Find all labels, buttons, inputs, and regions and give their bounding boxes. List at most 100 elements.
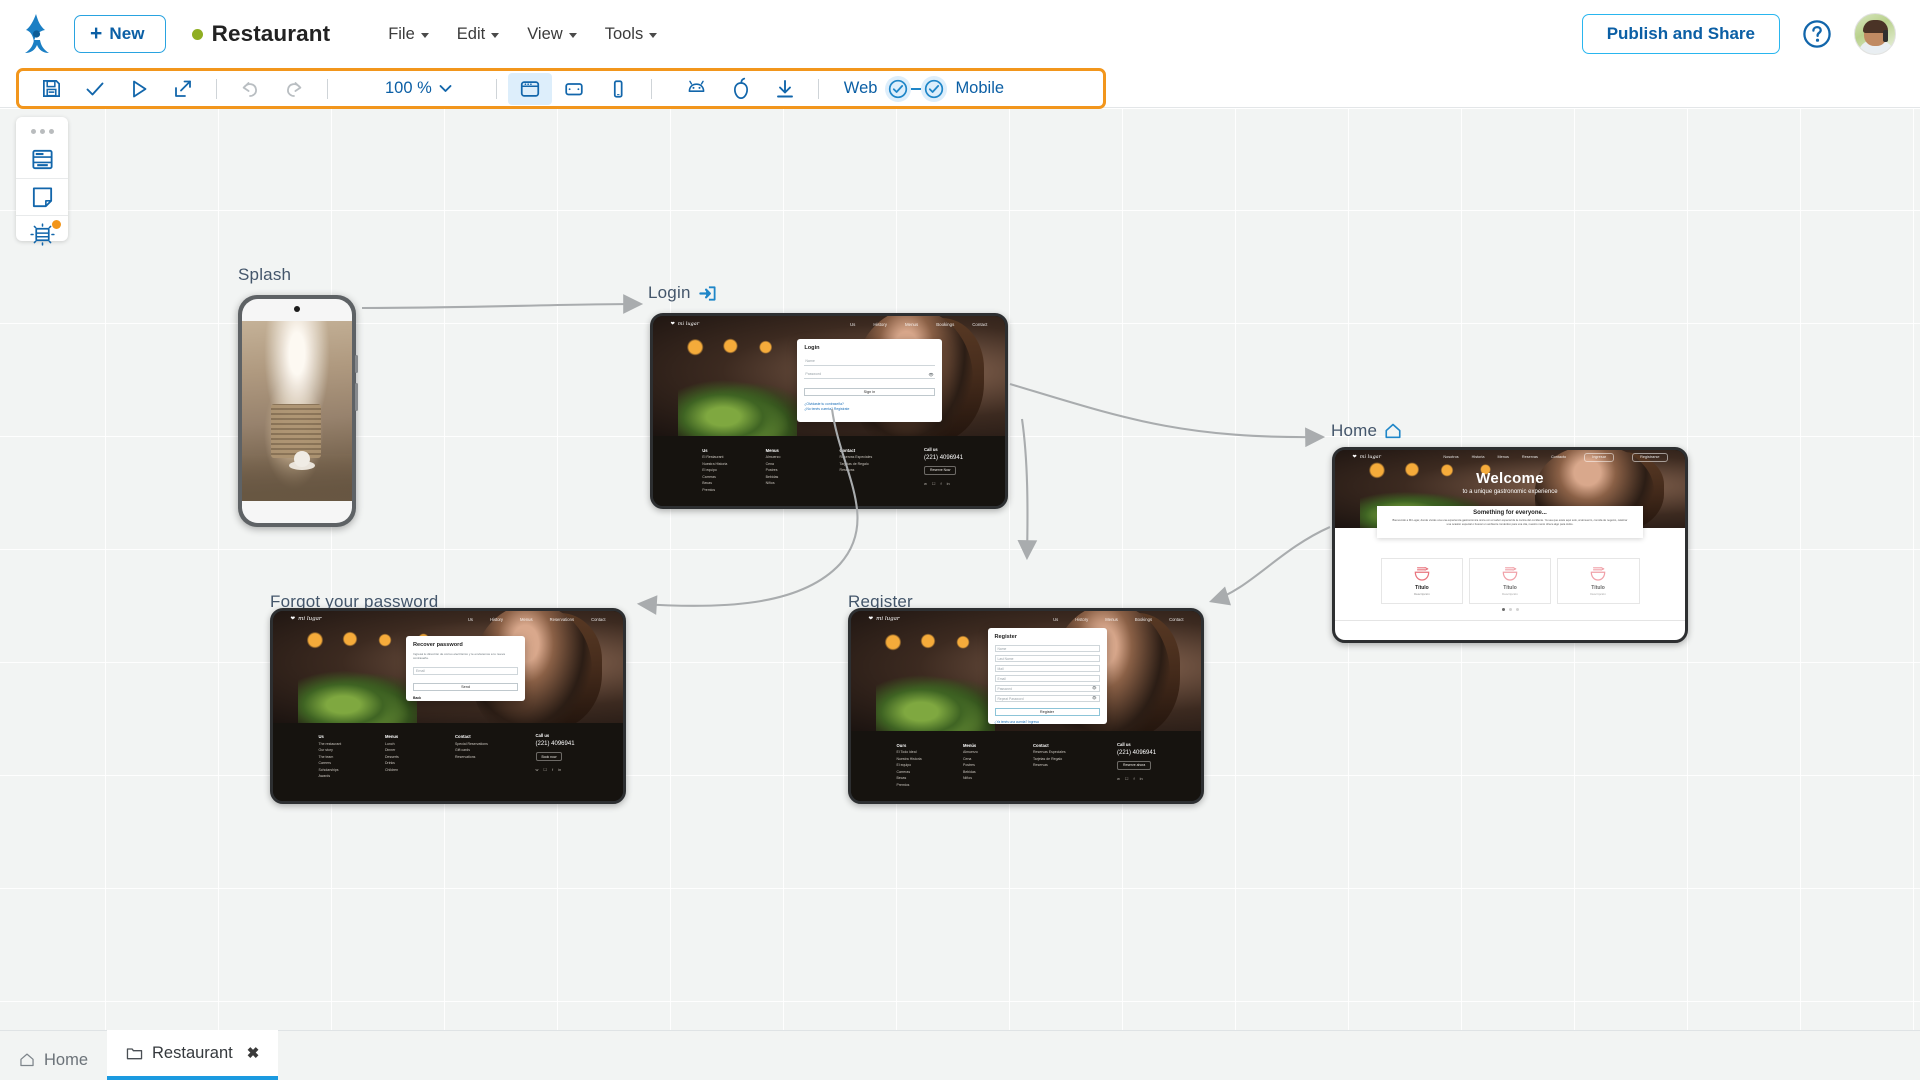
zoom-level-control[interactable]: 100 % [375, 75, 462, 102]
recover-email-field[interactable]: Email [413, 666, 518, 675]
close-x-icon[interactable]: ✖ [247, 1044, 260, 1062]
twitter-icon[interactable]: w [536, 767, 539, 772]
menu-file[interactable]: File [374, 19, 443, 50]
footer-col-item[interactable]: Reservations [455, 754, 488, 760]
footer-col-item[interactable]: Almuerzo [963, 749, 978, 755]
instagram-icon[interactable]: ☐ [1125, 776, 1129, 781]
footer-col-item[interactable]: Children [385, 767, 399, 773]
nav-link[interactable]: History [873, 322, 887, 327]
brand-logo[interactable]: ❤ mi lugar [1353, 454, 1382, 460]
download-button[interactable] [763, 73, 807, 105]
facebook-icon[interactable]: f [552, 767, 553, 772]
brand-logo[interactable]: ❤ mi lugar [671, 321, 700, 327]
nav-link[interactable]: Contact [591, 617, 605, 622]
nav-link[interactable]: Reservas [1522, 455, 1538, 459]
footer-col-item[interactable]: Awards [319, 773, 342, 779]
nav-link[interactable]: Us [468, 617, 473, 622]
twitter-icon[interactable]: w [924, 481, 927, 486]
redo-button[interactable] [272, 73, 316, 105]
mobile-view-button[interactable] [596, 73, 640, 105]
new-button[interactable]: + New [74, 15, 166, 53]
screen-node-home[interactable]: ❤ mi lugar Nosotros Historia Menus Reser… [1332, 447, 1688, 643]
nav-link[interactable]: Bookings [1135, 617, 1152, 622]
eye-icon[interactable]: 👁 [929, 372, 934, 377]
nav-link[interactable]: Bookings [936, 322, 954, 327]
linkedin-icon[interactable]: in [558, 767, 561, 772]
footer-col-item[interactable]: Premios [702, 487, 727, 493]
nav-link[interactable]: History [490, 617, 503, 622]
forgot-password-link[interactable]: ¿Olvidaste tu contraseña? [804, 402, 934, 406]
footer-col-item[interactable]: Almuerzo [766, 454, 781, 460]
feature-card[interactable]: Título Descripción [1556, 558, 1640, 604]
prototype-canvas[interactable]: Splash Login ❤ mi lugar Us History Menus… [0, 109, 1920, 1030]
nav-link[interactable]: History [1075, 617, 1088, 622]
footer-col-item[interactable]: Niños [766, 480, 781, 486]
pages-panel-button[interactable] [16, 178, 68, 215]
recover-submit-button[interactable]: Send [413, 682, 518, 691]
footer-col-item[interactable]: Reservas Especiales [840, 454, 873, 460]
nav-register-button[interactable]: Registrarse [1632, 452, 1668, 462]
prototype-panel-button[interactable] [16, 215, 68, 252]
login-submit-button[interactable]: Sign in [804, 387, 935, 396]
undo-button[interactable] [228, 73, 272, 105]
nav-link[interactable]: Menus [1497, 455, 1508, 459]
run-button[interactable] [117, 73, 161, 105]
brand-logo[interactable]: ❤ mi lugar [869, 616, 900, 622]
footer-reserve-button[interactable]: Reserve ahora [1117, 760, 1152, 770]
recover-back-link[interactable]: Back [413, 696, 518, 700]
nav-link[interactable]: Contact [1169, 617, 1183, 622]
feature-card[interactable]: Título Descripción [1380, 558, 1464, 604]
brand-logo[interactable]: ❤ mi lugar [291, 616, 322, 622]
save-button[interactable] [29, 73, 73, 105]
apple-button[interactable] [719, 73, 763, 105]
nav-link[interactable]: Us [1053, 617, 1058, 622]
register-name-field[interactable]: Name [994, 644, 1100, 652]
nav-login-button[interactable]: Ingresar [1584, 452, 1615, 462]
nav-link[interactable]: Menus [1105, 617, 1118, 622]
nav-link[interactable]: Nosotros [1443, 455, 1458, 459]
linkedin-icon[interactable]: in [947, 481, 950, 486]
carousel-dot[interactable] [1508, 608, 1512, 611]
bottom-tab-restaurant[interactable]: Restaurant ✖ [107, 1030, 279, 1080]
desktop-view-button[interactable] [507, 72, 552, 105]
nav-link[interactable]: Menus [520, 617, 533, 622]
footer-col-item[interactable]: Reservas [1033, 762, 1066, 768]
linkedin-icon[interactable]: in [1140, 776, 1143, 781]
menu-edit[interactable]: Edit [443, 19, 513, 50]
question-mark-help-icon[interactable] [1802, 19, 1832, 49]
genexus-logo-icon[interactable] [0, 0, 74, 68]
carousel-dot[interactable] [1515, 608, 1519, 611]
nav-link[interactable]: Us [850, 322, 855, 327]
eye-icon[interactable]: 👁 [1092, 696, 1097, 700]
instagram-icon[interactable]: ☐ [543, 767, 547, 772]
register-lastname-field[interactable]: Last Name [994, 654, 1100, 662]
screen-node-login[interactable]: ❤ mi lugar Us History Menus Bookings Con… [650, 313, 1008, 509]
nav-link[interactable]: Contacto [1551, 455, 1566, 459]
footer-col-item[interactable]: Premios [897, 782, 922, 788]
web-target-checkbox[interactable] [885, 75, 912, 102]
screen-node-forgot-password[interactable]: ❤ mi lugar Us History Menus Reservations… [270, 608, 626, 804]
nav-link[interactable]: Menus [905, 322, 918, 327]
menu-view[interactable]: View [513, 19, 590, 50]
mobile-target-checkbox[interactable] [921, 75, 948, 102]
carousel-dot-active[interactable] [1501, 608, 1505, 611]
share-button[interactable] [161, 73, 205, 105]
footer-col-item[interactable]: Niños [963, 775, 978, 781]
eye-icon[interactable]: 👁 [1092, 686, 1097, 690]
footer-col-item[interactable]: Reservas Especiales [1033, 749, 1066, 755]
facebook-icon[interactable]: f [1133, 776, 1134, 781]
three-dots-handle[interactable] [16, 125, 68, 141]
user-avatar[interactable] [1854, 13, 1896, 55]
screen-node-register[interactable]: ❤ mi lugar Us History Menus Bookings Con… [848, 608, 1204, 804]
validate-button[interactable] [73, 73, 117, 105]
register-password-field[interactable]: Password 👁 [994, 684, 1100, 692]
register-link[interactable]: ¿No tenés cuenta? Registrate [804, 407, 934, 411]
android-button[interactable] [675, 73, 719, 105]
footer-reserve-button[interactable]: Reserve Now [924, 465, 957, 475]
twitter-icon[interactable]: w [1117, 776, 1120, 781]
login-password-field[interactable]: Password 👁 [804, 371, 935, 379]
register-submit-button[interactable]: Register [994, 707, 1100, 716]
tablet-view-button[interactable] [552, 73, 596, 105]
facebook-icon[interactable]: f [941, 481, 942, 486]
publish-and-share-button[interactable]: Publish and Share [1581, 14, 1780, 54]
